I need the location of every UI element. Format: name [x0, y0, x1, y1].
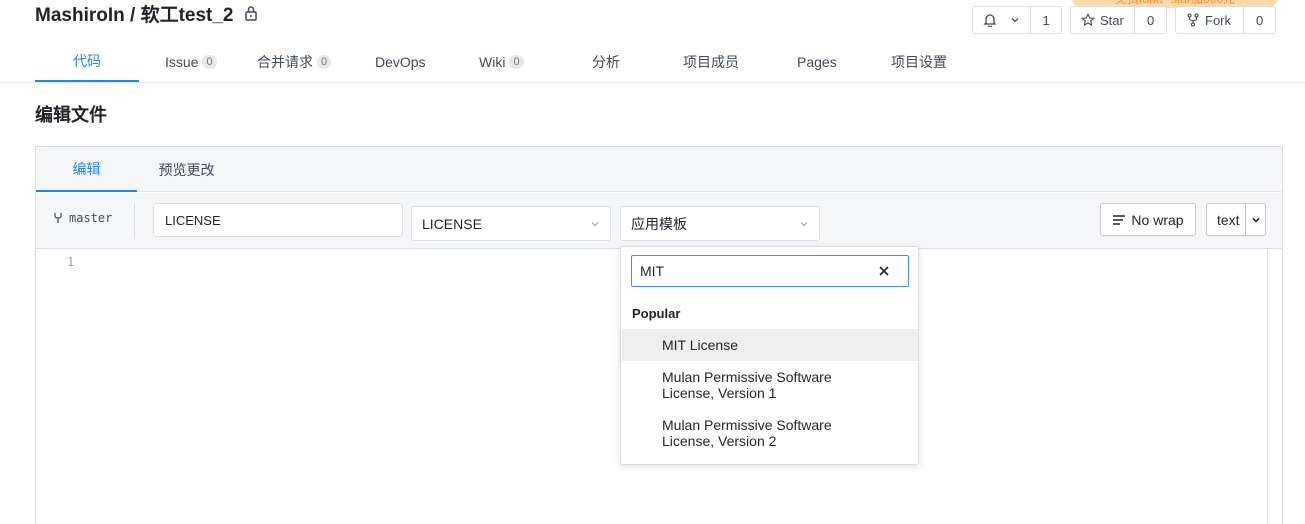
- editor-tabs: 编辑 预览更改: [36, 147, 1282, 192]
- template-option-mulan-v1[interactable]: Mulan Permissive Software License, Versi…: [622, 365, 918, 409]
- tab-pages[interactable]: Pages: [797, 42, 837, 82]
- tab-wiki[interactable]: Wiki 0: [479, 42, 524, 82]
- star-button[interactable]: Star: [1071, 7, 1134, 33]
- template-select[interactable]: 应用模板: [620, 206, 820, 241]
- watch-button[interactable]: [973, 7, 1030, 33]
- watch-count[interactable]: 1: [1030, 7, 1061, 33]
- template-dropdown: Popular MIT License Mulan Permissive Sof…: [620, 246, 919, 465]
- branch-icon: [54, 213, 62, 223]
- tab-issue[interactable]: Issue 0: [165, 42, 217, 82]
- fork-icon: [1187, 13, 1199, 27]
- editor-scrollbar-track[interactable]: [1267, 250, 1268, 524]
- license-type-select[interactable]: LICENSE: [411, 206, 611, 241]
- chevron-down-icon: [591, 221, 599, 226]
- template-option-mulan-v2[interactable]: Mulan Permissive Software License, Versi…: [622, 413, 918, 457]
- branch-name: master: [69, 211, 113, 225]
- bell-icon: [983, 14, 997, 27]
- tab-devops[interactable]: DevOps: [375, 42, 426, 82]
- no-wrap-button[interactable]: No wrap: [1100, 203, 1196, 236]
- dropdown-group-label: Popular: [632, 306, 681, 321]
- template-option-label: Mulan Permissive Software: [662, 417, 832, 433]
- mode-select-arrow: [1245, 204, 1265, 235]
- template-search-input[interactable]: [631, 255, 909, 287]
- tab-analytics-label: 分析: [592, 54, 620, 70]
- no-wrap-label: No wrap: [1131, 211, 1184, 228]
- tab-pages-label: Pages: [797, 54, 837, 70]
- fork-button-group[interactable]: Fork 0: [1175, 6, 1276, 34]
- chevron-down-icon: [1011, 18, 1019, 23]
- tab-pull-requests-label: 合并请求: [257, 54, 313, 70]
- tab-code-label: 代码: [73, 53, 101, 69]
- tab-devops-label: DevOps: [375, 54, 426, 70]
- star-button-group[interactable]: Star 0: [1070, 6, 1167, 34]
- template-option-label: Mulan Permissive Software: [662, 369, 832, 385]
- template-option-label: MIT License: [662, 337, 738, 353]
- filename-input[interactable]: [153, 203, 403, 237]
- watch-button-group[interactable]: 1: [972, 6, 1062, 34]
- chevron-down-icon: [1251, 217, 1260, 223]
- template-option-mit[interactable]: MIT License: [622, 329, 918, 361]
- repo-title[interactable]: MashiroIn / 软工test_2: [35, 0, 258, 26]
- wrap-lines-icon: [1113, 214, 1126, 225]
- template-option-label-line2: License, Version 2: [662, 433, 777, 449]
- lock-icon: [244, 6, 257, 21]
- tab-members-label: 项目成员: [683, 54, 739, 70]
- repo-title-text: MashiroIn / 软工test_2: [35, 4, 234, 26]
- template-select-value: 应用模板: [631, 215, 687, 232]
- tab-settings[interactable]: 项目设置: [891, 42, 947, 82]
- line-number: 1: [67, 255, 75, 269]
- clear-search-button[interactable]: [876, 263, 892, 279]
- mode-select-value: text: [1217, 211, 1240, 228]
- chevron-down-icon: [800, 221, 808, 226]
- star-count[interactable]: 0: [1134, 7, 1166, 33]
- tab-members[interactable]: 项目成员: [683, 42, 739, 82]
- editor-toolbar: master LICENSE 应用模板 No wrap text: [36, 193, 1282, 249]
- tab-pull-requests[interactable]: 合并请求 0: [257, 42, 332, 82]
- toolbar-divider: [134, 203, 135, 239]
- fork-label: Fork: [1205, 12, 1231, 28]
- branch-indicator: master: [53, 211, 112, 225]
- star-icon: [1081, 13, 1095, 27]
- fork-count[interactable]: 0: [1243, 7, 1275, 33]
- tab-pull-requests-count: 0: [317, 55, 332, 69]
- tab-settings-label: 项目设置: [891, 54, 947, 70]
- tabs-divider: [0, 82, 1305, 83]
- tab-issue-label: Issue: [165, 54, 199, 70]
- page-title: 编辑文件: [35, 105, 107, 125]
- tab-preview-changes[interactable]: 预览更改: [158, 147, 215, 192]
- template-option-label-line2: License, Version 1: [662, 385, 777, 401]
- license-type-value: LICENSE: [422, 215, 482, 232]
- tab-wiki-count: 0: [509, 55, 524, 69]
- close-icon: [879, 266, 889, 276]
- mode-select[interactable]: text: [1206, 203, 1266, 236]
- tab-issue-count: 0: [202, 55, 217, 69]
- tab-code[interactable]: 代码: [35, 42, 139, 82]
- tab-wiki-label: Wiki: [479, 54, 506, 70]
- tab-edit[interactable]: 编辑: [36, 147, 137, 192]
- tab-analytics[interactable]: 分析: [592, 42, 620, 82]
- fork-button[interactable]: Fork: [1176, 7, 1243, 33]
- star-label: Star: [1100, 12, 1124, 28]
